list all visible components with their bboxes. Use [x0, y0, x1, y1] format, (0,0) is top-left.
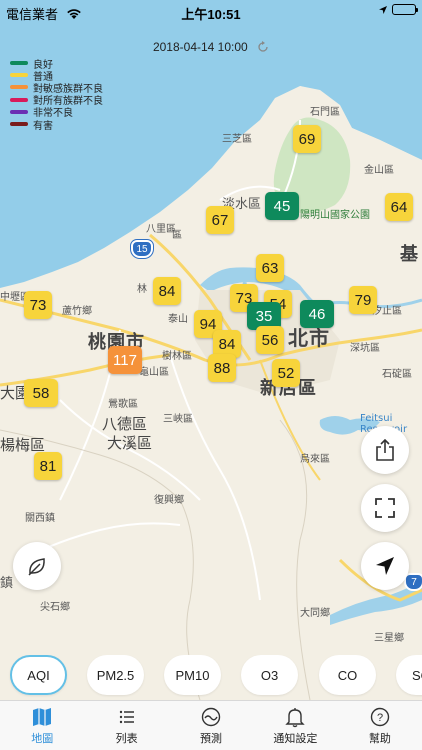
legend-label: 有害: [33, 120, 53, 132]
pollutant-o3[interactable]: O3: [241, 655, 298, 695]
pollutant-so2[interactable]: SO: [396, 655, 422, 695]
fullscreen-button[interactable]: [361, 484, 409, 532]
clock: 上午10:51: [181, 7, 241, 22]
legend-swatch: [10, 122, 28, 127]
legend-swatch: [10, 73, 28, 78]
forecast-icon: [201, 707, 221, 727]
locate-button[interactable]: [361, 542, 409, 590]
aqi-legend: 良好 普通 對敏感族群不良 對所有族群不良 非常不良 有害: [10, 57, 103, 132]
aqi-marker[interactable]: 56: [256, 326, 284, 354]
aqi-marker[interactable]: 81: [34, 452, 62, 480]
svg-text:?: ?: [377, 712, 383, 724]
location-services-icon: [379, 5, 387, 14]
map-icon: [33, 708, 52, 726]
place-label: 三峽區: [163, 414, 193, 425]
tab-forecast[interactable]: 預測: [169, 701, 253, 750]
place-label: 烏來區: [300, 454, 330, 465]
tab-label: 幫助: [368, 733, 391, 745]
place-label: 龜山區: [139, 367, 169, 378]
place-label: 林: [137, 284, 147, 295]
status-bar: 電信業者 上午10:51: [0, 0, 422, 22]
tab-bar: 地圖 列表 預測 通知設定 ? 幫助: [0, 700, 422, 750]
help-icon: ?: [370, 707, 390, 727]
place-label: 陽明山國家公園: [300, 210, 370, 221]
aqi-marker[interactable]: 69: [293, 125, 321, 153]
aqi-marker[interactable]: 84: [153, 277, 181, 305]
pollutant-selector: AQI PM2.5 PM10 O3 CO SO: [0, 655, 422, 699]
aqi-marker[interactable]: 79: [349, 286, 377, 314]
tab-label: 地圖: [31, 733, 54, 745]
place-label: 深坑區: [350, 343, 380, 354]
bell-icon: [285, 708, 306, 728]
legend-item: 非常不良: [10, 106, 103, 119]
place-label: 金山區: [364, 165, 394, 176]
list-icon: [119, 710, 134, 724]
refresh-icon[interactable]: [257, 41, 269, 53]
place-label: 蘆竹鄉: [62, 306, 92, 317]
place-label: 三芝區: [222, 134, 252, 145]
location-arrow-icon: [376, 557, 394, 575]
status-right: [378, 4, 418, 15]
aqi-marker[interactable]: 58: [24, 379, 58, 407]
leaf-icon: [28, 558, 45, 576]
place-label: 基: [400, 244, 419, 265]
pollutant-pm25[interactable]: PM2.5: [87, 655, 144, 695]
tab-list[interactable]: 列表: [84, 701, 168, 750]
legend-swatch: [10, 61, 28, 66]
battery-icon: [392, 4, 418, 15]
place-label: 石碇區: [382, 369, 412, 380]
place-label: 鎮: [0, 576, 14, 591]
aqi-marker[interactable]: 88: [208, 354, 236, 382]
aqi-marker[interactable]: 67: [206, 206, 234, 234]
place-label: 尖石鄉: [40, 602, 70, 613]
pollutant-co[interactable]: CO: [319, 655, 376, 695]
tab-notification-settings[interactable]: 通知設定: [253, 701, 337, 750]
place-label: 泰山: [168, 314, 188, 325]
legend-item: 有害: [10, 118, 103, 132]
place-label: 鶯歌區: [108, 399, 138, 410]
tab-label: 通知設定: [273, 733, 318, 745]
place-label: 三星鄉: [374, 633, 404, 644]
aqi-marker[interactable]: 45: [265, 192, 299, 220]
pollutant-pm10[interactable]: PM10: [164, 655, 221, 695]
legend-swatch: [10, 109, 28, 114]
aqi-marker[interactable]: 46: [300, 300, 334, 328]
tab-help[interactable]: ? 幫助: [338, 701, 422, 750]
legend-swatch: [10, 85, 28, 90]
share-button[interactable]: [361, 426, 409, 474]
aqi-marker[interactable]: 64: [385, 193, 413, 221]
place-label: 大同鄉: [300, 608, 330, 619]
place-label: 八德區: [102, 415, 148, 433]
place-label: 關西鎮: [25, 513, 55, 524]
data-timestamp: 2018-04-14 10:00: [0, 40, 422, 54]
highway-shield: 15: [131, 240, 153, 258]
place-label: 區: [172, 230, 182, 241]
place-label: 復興鄉: [154, 495, 184, 506]
pollutant-aqi[interactable]: AQI: [10, 655, 67, 695]
leaf-button[interactable]: [13, 542, 61, 590]
place-label: 樹林區: [162, 351, 192, 362]
place-label: 石門區: [310, 107, 340, 118]
aqi-marker[interactable]: 117: [108, 346, 142, 374]
legend-item: 良好: [10, 57, 103, 71]
fullscreen-icon: [375, 498, 395, 518]
timestamp-text: 2018-04-14 10:00: [152, 40, 248, 54]
legend-swatch: [10, 97, 28, 102]
aqi-marker[interactable]: 73: [24, 291, 52, 319]
share-icon: [376, 439, 394, 461]
tab-label: 預測: [200, 733, 223, 745]
tab-label: 列表: [115, 733, 138, 745]
place-label: 大溪區: [107, 434, 153, 452]
tab-map[interactable]: 地圖: [0, 701, 84, 750]
aqi-marker[interactable]: 52: [272, 359, 300, 387]
aqi-marker[interactable]: 63: [256, 254, 284, 282]
